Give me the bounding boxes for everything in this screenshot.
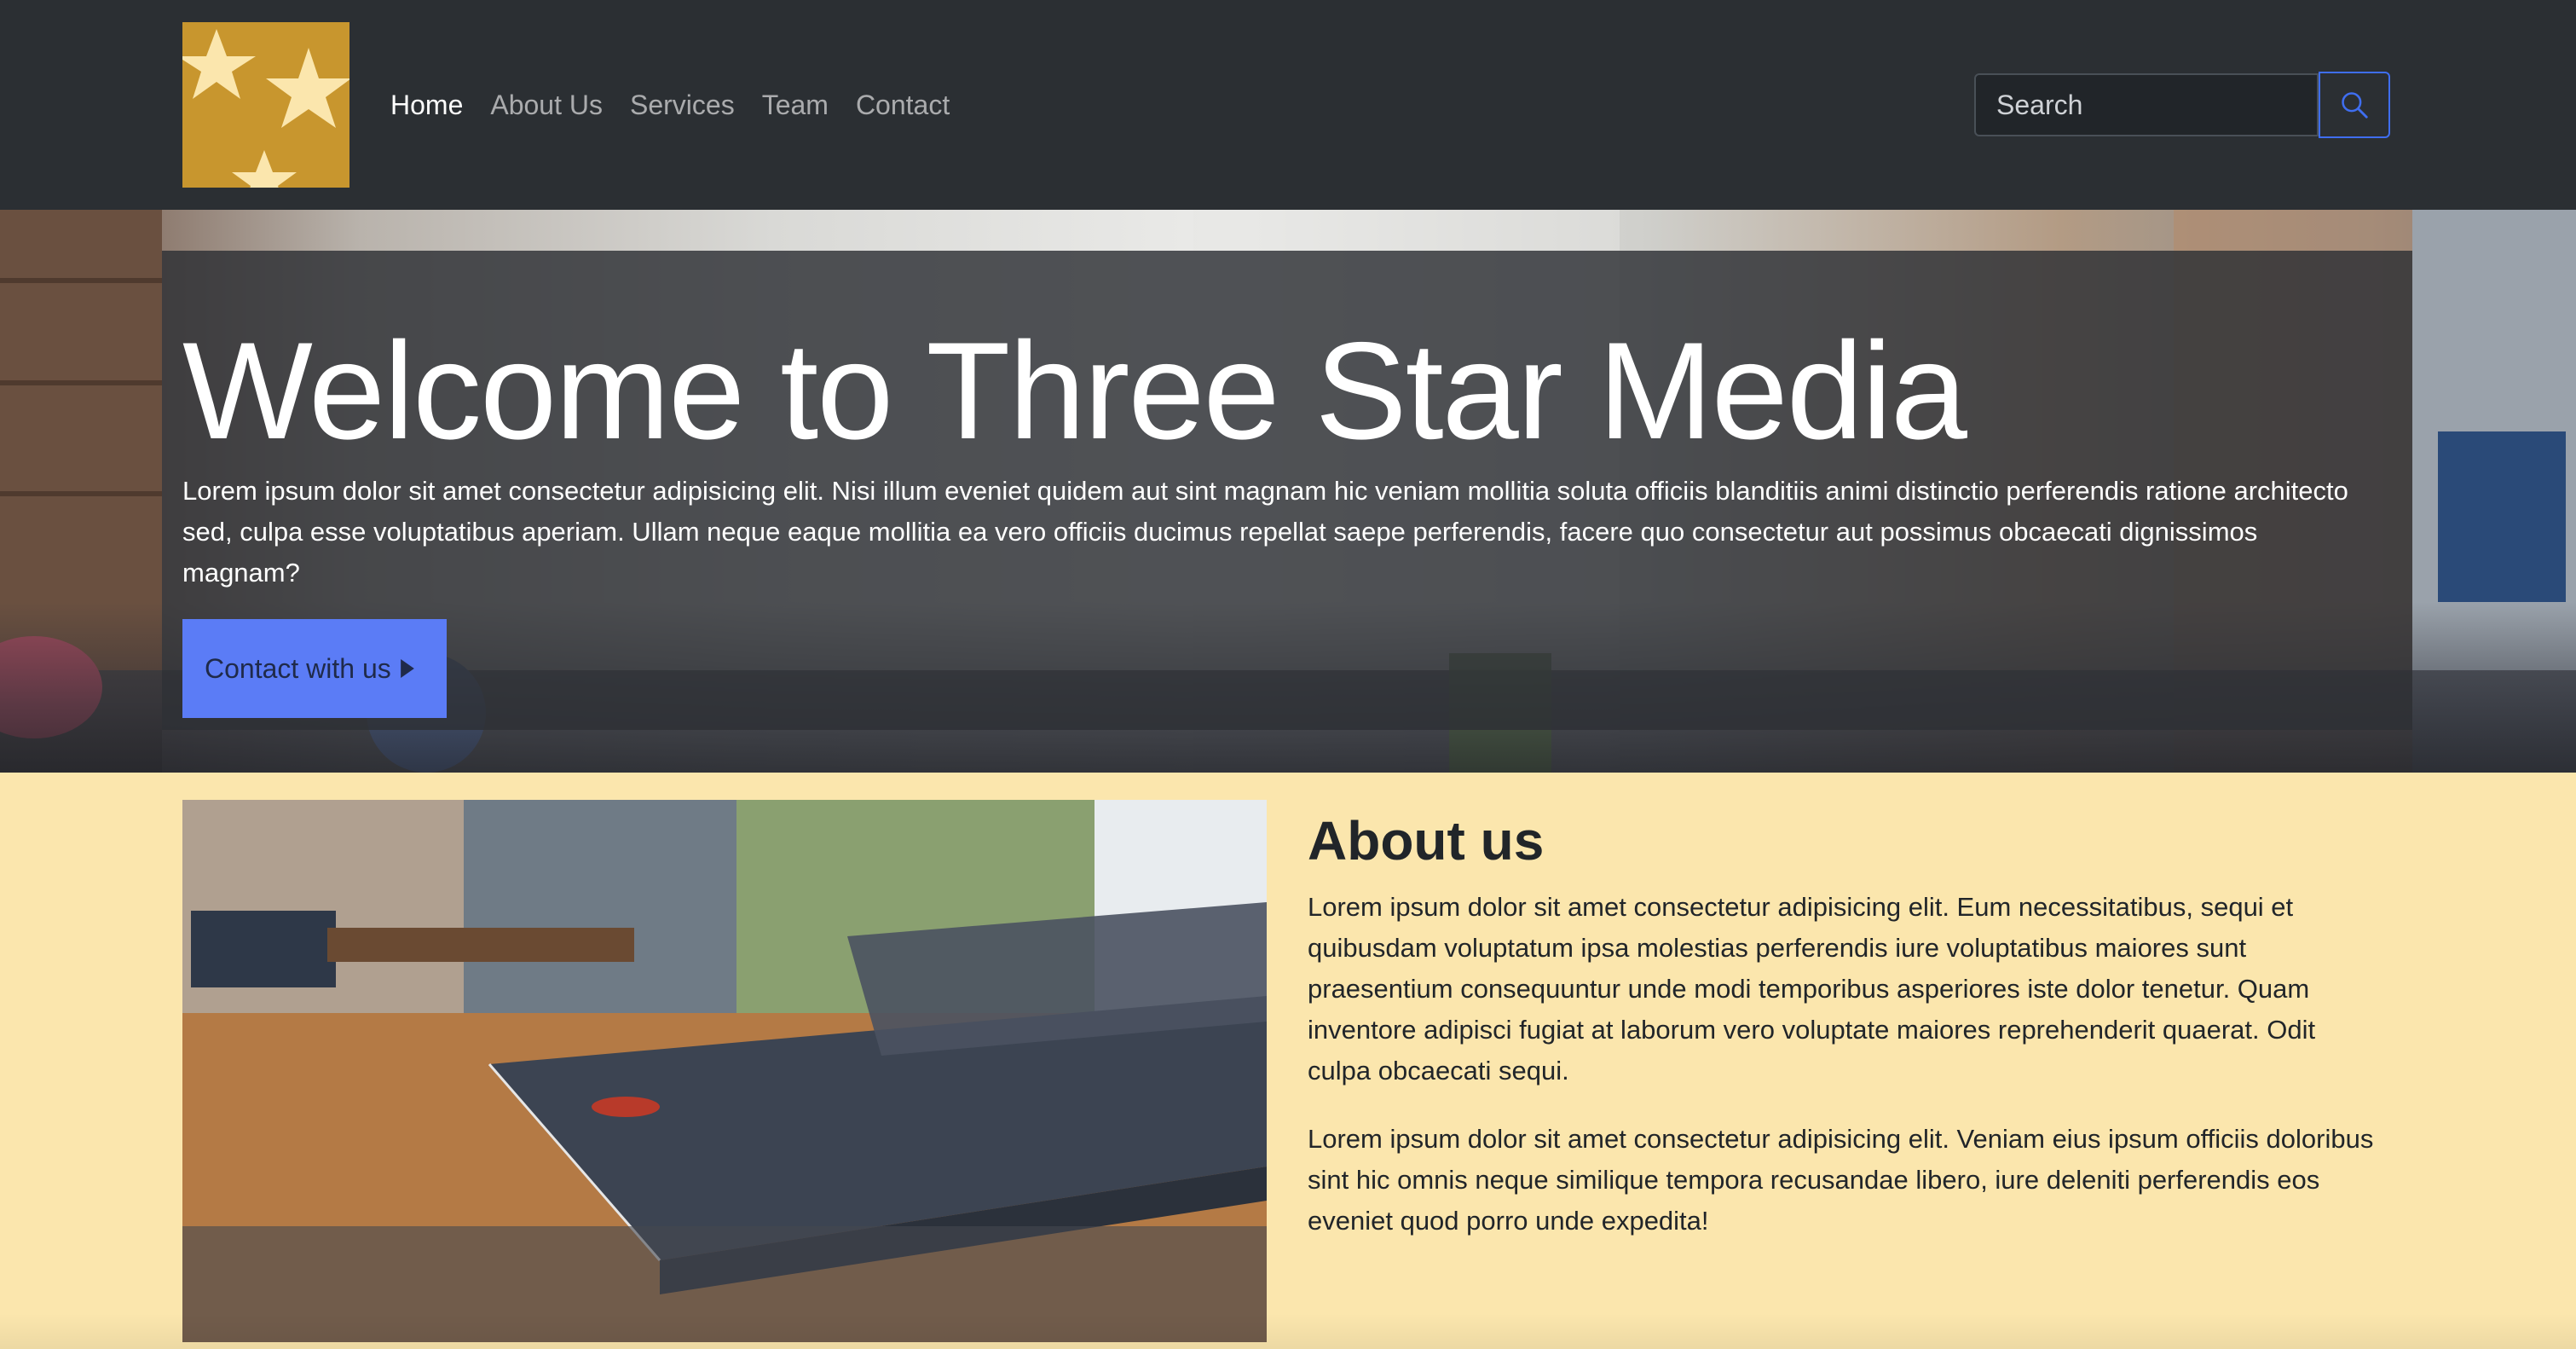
three-star-logo[interactable] <box>182 22 349 188</box>
ping-pong-table-icon <box>182 800 1267 1342</box>
nav-link-team[interactable]: Team <box>762 85 829 124</box>
star-icon <box>182 22 349 188</box>
about-title: About us <box>1308 810 1545 871</box>
search-icon <box>2342 92 2368 119</box>
search-input[interactable] <box>1974 73 2319 136</box>
hero-text: Lorem ipsum dolor sit amet consectetur a… <box>182 476 2348 588</box>
search-button[interactable] <box>2319 72 2390 138</box>
about-paragraph-1: Lorem ipsum dolor sit amet consectetur a… <box>1308 892 2316 1086</box>
contact-button[interactable]: Contact with us <box>182 619 447 718</box>
main-nav: Home About Us Services Team Contact <box>390 85 950 124</box>
search-form <box>1974 72 2390 138</box>
about-image <box>182 800 1267 1342</box>
navbar: Home About Us Services Team Contact <box>0 0 2576 210</box>
contact-button-label: Contact with us <box>205 652 391 684</box>
nav-link-about-us[interactable]: About Us <box>490 85 603 124</box>
nav-link-home[interactable]: Home <box>390 85 463 124</box>
hero-section: Welcome to Three Star Media Lorem ipsum … <box>0 210 2576 773</box>
hero-title: Welcome to Three Star Media <box>182 314 1967 468</box>
caret-right-icon <box>400 659 414 678</box>
about-paragraph-2: Lorem ipsum dolor sit amet consectetur a… <box>1308 1124 2374 1236</box>
nav-link-contact[interactable]: Contact <box>856 85 950 124</box>
nav-link-services[interactable]: Services <box>630 85 735 124</box>
